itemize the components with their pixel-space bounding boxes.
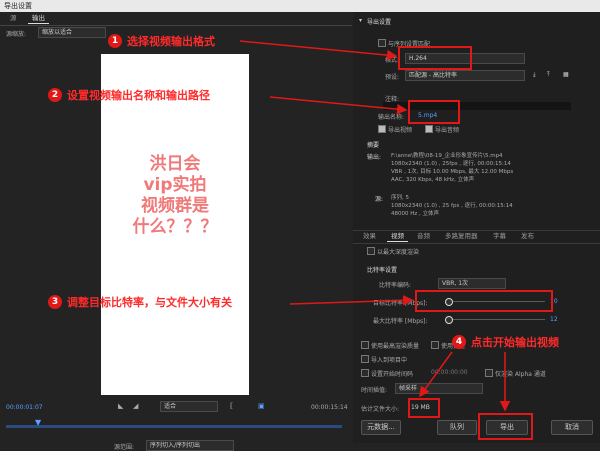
- callout-3-text: 调整目标比特率，与文件大小有关: [67, 296, 232, 309]
- callout-2-text: 设置视频输出名称和输出路径: [67, 89, 210, 102]
- callout-1: 1 选择视频输出格式: [108, 33, 215, 49]
- callout-2-badge: 2: [48, 88, 62, 102]
- callout-2: 2 设置视频输出名称和输出路径: [48, 87, 210, 103]
- annotation-arrows: [239, 40, 511, 412]
- callout-1-badge: 1: [108, 34, 122, 48]
- callout-4-text: 点击开始输出视频: [471, 336, 559, 349]
- callout-3: 3 调整目标比特率，与文件大小有关: [48, 294, 232, 310]
- source-range-label: 源范围:: [114, 444, 135, 451]
- callout-3-badge: 3: [48, 295, 62, 309]
- callout-1-text: 选择视频输出格式: [127, 35, 215, 48]
- callout-4: 4 点击开始输出视频: [452, 334, 559, 350]
- callout-4-badge: 4: [452, 335, 466, 349]
